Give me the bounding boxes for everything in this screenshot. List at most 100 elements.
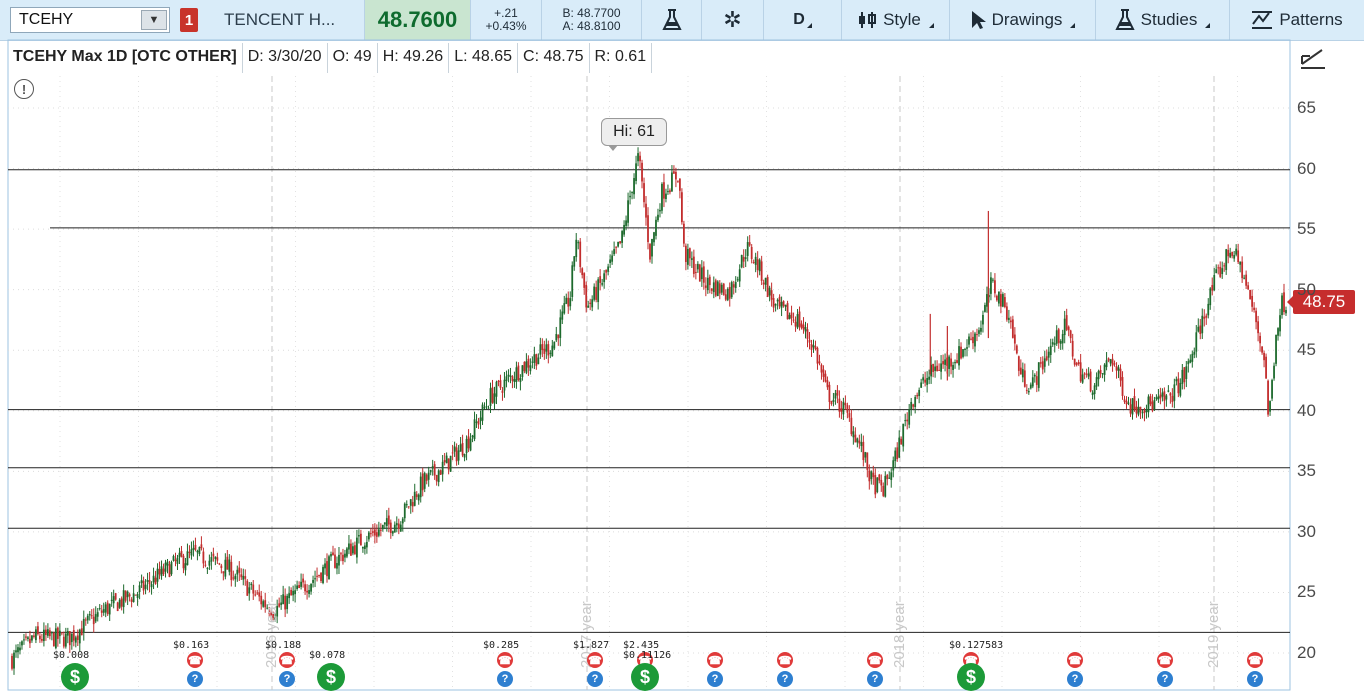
dividend-icon[interactable]: $: [631, 663, 659, 691]
event-info-icon[interactable]: ?: [867, 671, 883, 687]
event-info-icon[interactable]: ?: [1157, 671, 1173, 687]
event-info-icon[interactable]: ?: [279, 671, 295, 687]
candle-body: [369, 533, 372, 535]
earnings-icon[interactable]: ☎: [497, 652, 513, 668]
style-button[interactable]: Style: [842, 0, 950, 40]
event-info-icon[interactable]: ?: [1067, 671, 1083, 687]
candle-body: [37, 626, 39, 635]
candle-body: [509, 375, 512, 378]
symbol-input[interactable]: TCEHY ▼: [10, 7, 170, 33]
settings-button[interactable]: ✲: [702, 0, 764, 40]
ask-price: A: 48.8100: [562, 19, 621, 33]
studies-button[interactable]: Studies: [1096, 0, 1230, 40]
patterns-button[interactable]: Patterns: [1230, 0, 1364, 40]
event-info-icon[interactable]: ?: [187, 671, 203, 687]
candle-body: [1265, 356, 1267, 379]
earnings-icon[interactable]: ☎: [279, 652, 295, 668]
candle-body: [346, 548, 348, 557]
candle-body: [391, 531, 394, 534]
candle-body: [1187, 361, 1190, 365]
candle-body: [1103, 364, 1106, 375]
candle-body: [1029, 384, 1032, 389]
earnings-icon[interactable]: ☎: [1157, 652, 1173, 668]
studies-label: Studies: [1140, 10, 1198, 29]
flask-icon: [661, 9, 682, 30]
candle-body: [1053, 343, 1056, 345]
dividend-icon[interactable]: $: [317, 663, 345, 691]
year-label: 2019 year: [1205, 601, 1222, 668]
candle-body: [589, 302, 592, 305]
candle-body: [130, 599, 133, 602]
candle-body: [1051, 342, 1054, 345]
candle-body: [340, 553, 342, 555]
candle-body: [371, 531, 374, 533]
earnings-icon[interactable]: ☎: [1067, 652, 1083, 668]
earnings-icon[interactable]: ☎: [587, 652, 603, 668]
event-info-icon[interactable]: ?: [1247, 671, 1263, 687]
expand-icon[interactable]: [1298, 44, 1328, 72]
candle-body: [455, 447, 458, 462]
candle-body: [958, 346, 960, 366]
info-icon[interactable]: !: [14, 79, 34, 99]
candle-body: [356, 537, 358, 558]
candle-body: [760, 261, 763, 281]
candle-body: [531, 361, 534, 363]
candle-body: [1153, 400, 1156, 410]
candle-body: [1219, 266, 1222, 277]
candle-body: [176, 557, 179, 564]
event-info-icon[interactable]: ?: [707, 671, 723, 687]
candle-body: [39, 635, 41, 640]
candle-body: [393, 524, 396, 533]
candle-body: [248, 587, 251, 594]
candle-body: [66, 631, 69, 636]
company-name[interactable]: TENCENT H...: [210, 0, 365, 40]
event-info-icon[interactable]: ?: [497, 671, 513, 687]
price-chart[interactable]: [0, 0, 1364, 697]
candle-body: [240, 574, 243, 578]
aggregation-button[interactable]: D: [764, 0, 842, 40]
candle-body: [1099, 369, 1102, 374]
candle-body: [1039, 362, 1042, 364]
candle-body: [812, 345, 815, 348]
candle-body: [842, 401, 845, 415]
candle-body: [294, 590, 297, 595]
earnings-icon[interactable]: ☎: [187, 652, 203, 668]
candle-body: [818, 361, 821, 364]
earnings-icon[interactable]: ☎: [1247, 652, 1263, 668]
candle-body: [228, 559, 231, 572]
earnings-icon[interactable]: ☎: [867, 652, 883, 668]
candle-body: [112, 596, 115, 604]
candle-body: [609, 259, 612, 263]
candle-body: [684, 245, 687, 263]
candle-body: [704, 285, 707, 288]
candle-body: [980, 327, 982, 332]
earnings-icon[interactable]: ☎: [777, 652, 793, 668]
symbol-dropdown-button[interactable]: ▼: [141, 10, 167, 30]
candle-body: [1231, 251, 1234, 256]
candle-body: [1085, 373, 1088, 375]
candle-body: [629, 195, 631, 198]
earnings-icon[interactable]: ☎: [707, 652, 723, 668]
alert-badge[interactable]: 1: [180, 8, 198, 32]
chart-title[interactable]: TCEHY Max 1D [OTC OTHER]: [8, 43, 243, 73]
dividend-icon[interactable]: $: [61, 663, 89, 691]
candle-body: [1027, 390, 1030, 393]
candle-body: [78, 629, 81, 644]
flask-button[interactable]: [642, 0, 702, 40]
y-axis-tick: 65: [1297, 98, 1316, 117]
candle-body: [385, 518, 388, 527]
candle-body: [1121, 377, 1124, 396]
candle-body: [230, 561, 233, 581]
dividend-icon[interactable]: $: [957, 663, 985, 691]
candle-body: [94, 614, 97, 622]
candle-body: [312, 579, 314, 583]
candle-body: [1225, 249, 1228, 271]
drawings-button[interactable]: Drawings: [950, 0, 1096, 40]
event-info-icon[interactable]: ?: [777, 671, 793, 687]
candle-body: [561, 311, 564, 320]
corner-icon: [1070, 22, 1076, 28]
event-info-icon[interactable]: ?: [587, 671, 603, 687]
candle-body: [740, 254, 743, 268]
candle-body: [1071, 340, 1074, 357]
candle-body: [1271, 380, 1273, 399]
